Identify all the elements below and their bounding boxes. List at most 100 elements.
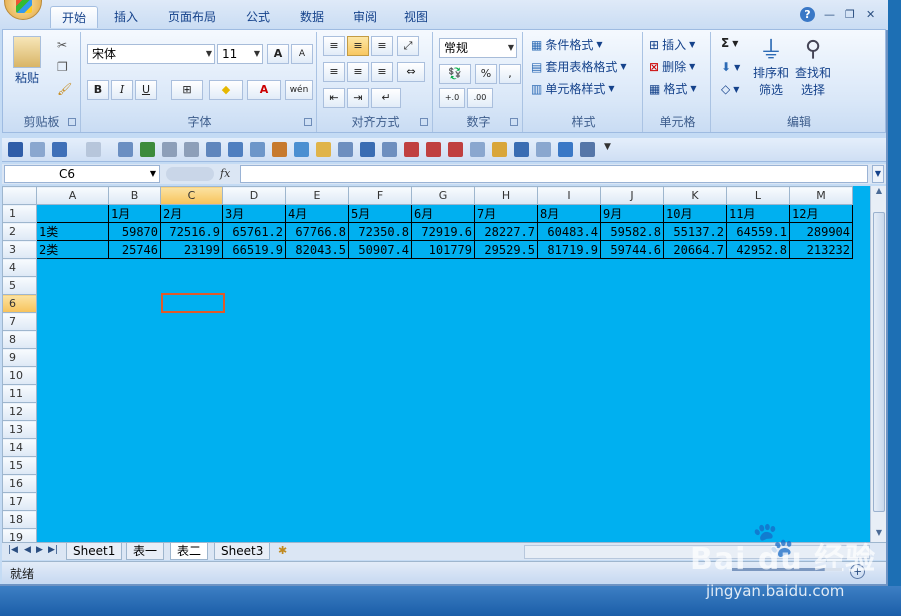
find-select-button[interactable]: ⚲ 查找和 选择	[795, 36, 831, 98]
cell-m4[interactable]	[789, 258, 853, 277]
first-sheet-icon[interactable]: |◀	[8, 545, 18, 555]
alignment-launcher-icon[interactable]	[420, 118, 428, 126]
row-header-18[interactable]: 18	[2, 510, 37, 529]
cell-e7[interactable]	[285, 312, 349, 331]
cell-l10[interactable]	[726, 366, 790, 385]
cell-e10[interactable]	[285, 366, 349, 385]
cell-j14[interactable]	[600, 438, 664, 457]
cell-m5[interactable]	[789, 276, 853, 295]
cell-h2[interactable]: 28227.7	[474, 222, 538, 241]
cell-i15[interactable]	[537, 456, 601, 475]
cell-l7[interactable]	[726, 312, 790, 331]
cell-h9[interactable]	[474, 348, 538, 367]
format-as-table-button[interactable]: ▤ 套用表格格式 ▼	[531, 58, 627, 75]
cell-m7[interactable]	[789, 312, 853, 331]
vertical-scroll-thumb[interactable]	[873, 212, 885, 512]
cell-l14[interactable]	[726, 438, 790, 457]
cell-a13[interactable]	[36, 420, 109, 439]
cell-j3[interactable]: 59744.6	[600, 240, 664, 259]
tab-review[interactable]: 审阅	[343, 6, 387, 28]
cell-f15[interactable]	[348, 456, 412, 475]
cell-e16[interactable]	[285, 474, 349, 493]
row-header-3[interactable]: 3	[2, 240, 37, 259]
column-header-e[interactable]: E	[285, 186, 349, 205]
cell-a10[interactable]	[36, 366, 109, 385]
row-header-9[interactable]: 9	[2, 348, 37, 367]
cell-a5[interactable]	[36, 276, 109, 295]
cell-g2[interactable]: 72919.6	[411, 222, 475, 241]
cell-a19[interactable]	[36, 528, 109, 542]
cell-i7[interactable]	[537, 312, 601, 331]
globe-icon[interactable]	[140, 142, 155, 157]
cell-a1[interactable]	[36, 204, 109, 223]
cell-i2[interactable]: 60483.4	[537, 222, 601, 241]
refresh-icon[interactable]	[558, 142, 573, 157]
cell-i11[interactable]	[537, 384, 601, 403]
cell-e17[interactable]	[285, 492, 349, 511]
cell-k2[interactable]: 55137.2	[663, 222, 727, 241]
cell-i8[interactable]	[537, 330, 601, 349]
scroll-up-icon[interactable]: ▲	[872, 186, 886, 198]
cell-k17[interactable]	[663, 492, 727, 511]
cell-l13[interactable]	[726, 420, 790, 439]
row-header-17[interactable]: 17	[2, 492, 37, 511]
insert-function-icon[interactable]: fx	[220, 167, 230, 180]
cell-k4[interactable]	[663, 258, 727, 277]
cell-e5[interactable]	[285, 276, 349, 295]
cell-h8[interactable]	[474, 330, 538, 349]
cell-l19[interactable]	[726, 528, 790, 542]
insert-cells-button[interactable]: ⊞ 插入 ▼	[649, 36, 695, 53]
shrink-font-button[interactable]: A	[291, 44, 313, 64]
cell-b4[interactable]	[108, 258, 161, 277]
cell-a9[interactable]	[36, 348, 109, 367]
cell-h17[interactable]	[474, 492, 538, 511]
copy-format-icon[interactable]	[536, 142, 551, 157]
cell-d15[interactable]	[222, 456, 286, 475]
align-left-button[interactable]: ≡	[323, 62, 345, 82]
cell-f5[interactable]	[348, 276, 412, 295]
delete-column-icon[interactable]	[448, 142, 463, 157]
cell-a4[interactable]	[36, 258, 109, 277]
cell-c19[interactable]	[160, 528, 223, 542]
row-header-16[interactable]: 16	[2, 474, 37, 493]
cell-i1[interactable]: 8月	[537, 204, 601, 223]
cell-g5[interactable]	[411, 276, 475, 295]
cell-a8[interactable]	[36, 330, 109, 349]
cell-i10[interactable]	[537, 366, 601, 385]
cell-j13[interactable]	[600, 420, 664, 439]
cell-k6[interactable]	[663, 294, 727, 313]
cell-j15[interactable]	[600, 456, 664, 475]
expand-formula-icon[interactable]: ▼	[872, 165, 884, 183]
cell-l11[interactable]	[726, 384, 790, 403]
row-header-5[interactable]: 5	[2, 276, 37, 295]
cell-b14[interactable]	[108, 438, 161, 457]
row-header-4[interactable]: 4	[2, 258, 37, 277]
comment-icon[interactable]	[492, 142, 507, 157]
cell-m9[interactable]	[789, 348, 853, 367]
cell-g11[interactable]	[411, 384, 475, 403]
cell-g8[interactable]	[411, 330, 475, 349]
sort-asc-icon[interactable]	[360, 142, 375, 157]
cell-k11[interactable]	[663, 384, 727, 403]
next-sheet-icon[interactable]: ▶	[36, 545, 43, 555]
cell-k14[interactable]	[663, 438, 727, 457]
cell-g1[interactable]: 6月	[411, 204, 475, 223]
cell-a11[interactable]	[36, 384, 109, 403]
format-painter-icon[interactable]: 🖌	[57, 82, 72, 96]
cell-e6[interactable]	[285, 294, 349, 313]
sort-filter-button[interactable]: ⏚ 排序和 筛选	[753, 36, 789, 98]
column-header-a[interactable]: A	[36, 186, 109, 205]
cell-c11[interactable]	[160, 384, 223, 403]
worksheet-grid[interactable]: ABCDEFGHIJKLM 1 1月 2月 3月 4月 5月 6月 7月 8月 9月 10月 11月 1…	[2, 186, 870, 542]
cell-d4[interactable]	[222, 258, 286, 277]
cell-c4[interactable]	[160, 258, 223, 277]
row-header-14[interactable]: 14	[2, 438, 37, 457]
chart-icon[interactable]	[272, 142, 287, 157]
cell-h7[interactable]	[474, 312, 538, 331]
cell-a16[interactable]	[36, 474, 109, 493]
cell-j8[interactable]	[600, 330, 664, 349]
cell-a14[interactable]	[36, 438, 109, 457]
cell-d6[interactable]	[222, 294, 286, 313]
cell-l18[interactable]	[726, 510, 790, 529]
cell-d16[interactable]	[222, 474, 286, 493]
